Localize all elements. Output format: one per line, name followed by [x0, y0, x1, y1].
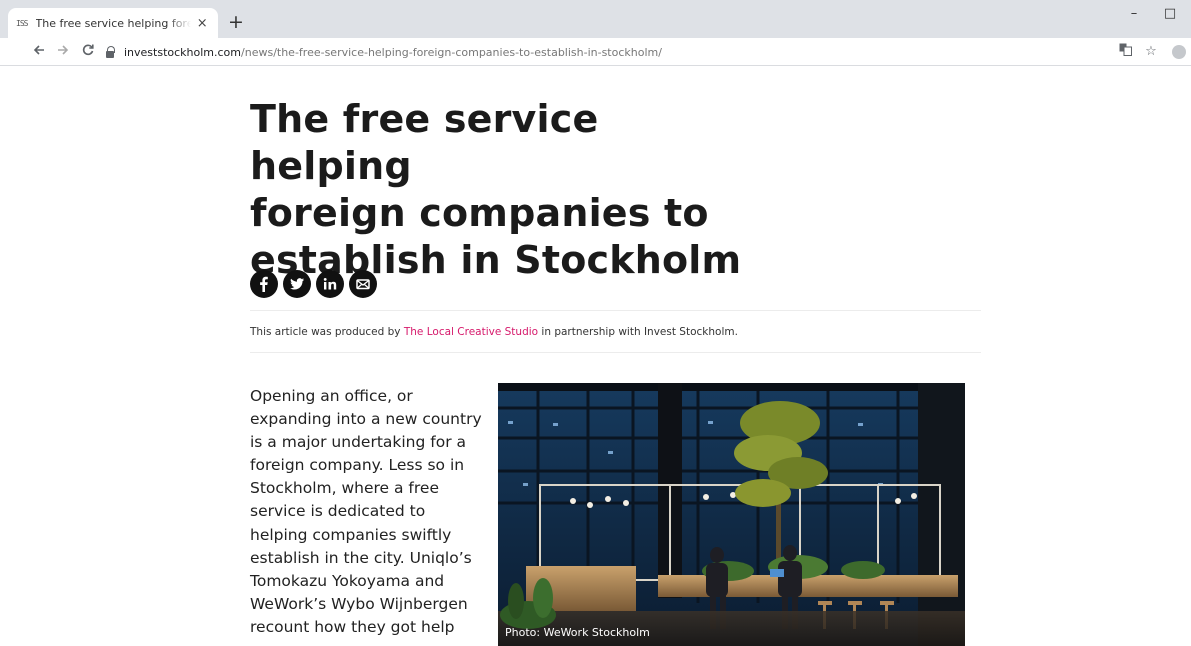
profile-avatar-icon[interactable]: [1172, 45, 1186, 59]
minimize-button[interactable]: –: [1124, 6, 1144, 21]
linkedin-icon[interactable]: [316, 270, 344, 298]
headline-line: The free service helping: [250, 97, 599, 188]
back-arrow-icon[interactable]: [28, 41, 50, 63]
credit-suffix: in partnership with Invest Stockholm.: [538, 326, 738, 338]
article-headline: The free service helping foreign compani…: [250, 96, 770, 284]
facebook-icon[interactable]: [250, 270, 278, 298]
site-favicon-icon: ISS: [16, 18, 28, 28]
lede-line: recount how they got help: [250, 617, 455, 636]
lede-line: Opening an office, or: [250, 387, 413, 405]
bookmark-star-icon[interactable]: ☆: [1142, 43, 1160, 61]
new-tab-button[interactable]: +: [224, 11, 248, 33]
email-icon[interactable]: [349, 270, 377, 298]
office-interior-image: [498, 383, 965, 646]
lede-line: is a major undertaking for a: [250, 433, 467, 452]
browser-toolbar: investstockholm.com /news/the-free-servi…: [0, 38, 1191, 66]
forward-arrow-icon[interactable]: [52, 41, 74, 63]
url-path: /news/the-free-service-helping-foreign-c…: [241, 45, 662, 59]
lede-line: establish in the city. Uniqlo’s: [250, 548, 472, 567]
lede-line: Tomokazu Yokoyama and: [250, 571, 445, 590]
translate-icon[interactable]: [1116, 43, 1134, 61]
sponsored-credit: This article was produced by The Local C…: [250, 326, 738, 338]
lede-line: expanding into a new country: [250, 410, 482, 429]
divider: [250, 352, 981, 353]
url-host: investstockholm.com: [124, 45, 242, 59]
maximize-button[interactable]: □: [1160, 6, 1180, 21]
lede-line: service is dedicated to: [250, 502, 426, 521]
credit-prefix: This article was produced by: [250, 326, 404, 338]
lede-line: helping companies swiftly: [250, 525, 452, 544]
lock-icon: [104, 46, 116, 58]
tab-close-icon[interactable]: ×: [195, 16, 211, 31]
share-buttons: [250, 270, 377, 298]
twitter-icon[interactable]: [283, 270, 311, 298]
tab-strip: ISS The free service helping foreign com…: [0, 0, 1191, 38]
article-photo: Photo: WeWork Stockholm: [498, 383, 965, 646]
divider: [250, 310, 981, 311]
address-bar[interactable]: investstockholm.com /news/the-free-servi…: [104, 42, 662, 62]
browser-tab[interactable]: ISS The free service helping foreign com…: [8, 8, 218, 38]
article-lede: Opening an office, or expanding into a n…: [250, 385, 490, 639]
photo-caption: Photo: WeWork Stockholm: [505, 626, 650, 639]
reload-icon[interactable]: [77, 41, 99, 63]
lede-line: foreign company. Less so in: [250, 456, 465, 475]
credit-link[interactable]: The Local Creative Studio: [404, 326, 538, 338]
lede-line: WeWork’s Wybo Wijnbergen: [250, 594, 468, 613]
lede-line: Stockholm, where a free: [250, 479, 439, 498]
headline-line: foreign companies to: [250, 191, 709, 235]
tab-title: The free service helping foreign compani…: [35, 16, 191, 30]
